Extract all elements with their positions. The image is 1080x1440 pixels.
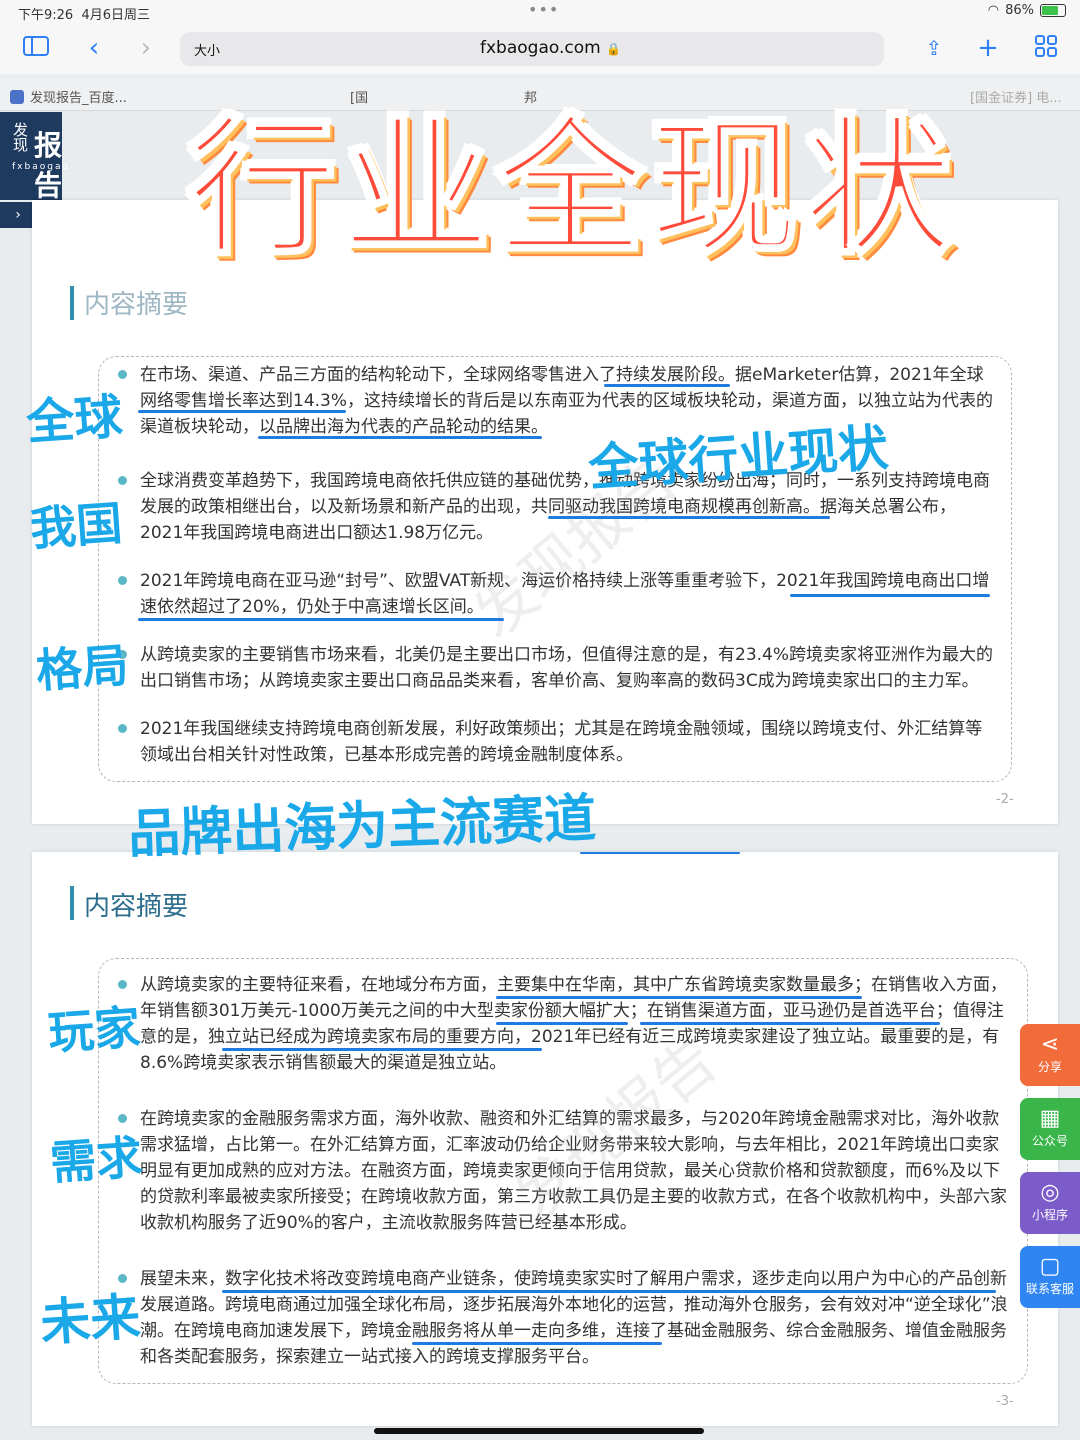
tabs-overview-icon[interactable] <box>1032 34 1060 62</box>
handwriting-players: 玩家 <box>46 999 142 1061</box>
logo-subtext: fxbaogao <box>12 162 70 172</box>
browser-toolbar: ‹ › 大小 fxbaogao.com 🔒 ⇪ + <box>0 24 1080 74</box>
headline-banner: 行业全现状 <box>185 101 957 278</box>
status-time: 下午9:26 4月6日周三 <box>18 8 151 23</box>
document-page-3: 内容摘要 从跨境卖家的主要特征来看，在地域分布方面，主要集中在华南，其中广东省跨… <box>32 852 1058 1426</box>
battery-percent: 86% <box>1005 3 1034 18</box>
handwriting-demand: 需求 <box>48 1129 144 1191</box>
summary-bullet: 2021年我国继续支持跨境电商创新发展，利好政策频出；尤其是在跨境金融领域，围绕… <box>118 716 998 768</box>
forward-icon[interactable]: › <box>132 34 160 62</box>
baidu-icon <box>10 90 24 104</box>
underline-mark <box>496 1022 628 1025</box>
logo-text: 发现 <box>11 122 29 152</box>
share-icon: ⋖ <box>1040 1032 1060 1057</box>
chat-icon: ▢ <box>1039 1254 1061 1279</box>
status-bar: 下午9:26 4月6日周三 ••• ◠ 86% <box>0 0 1080 24</box>
url-domain: fxbaogao.com 🔒 <box>480 38 622 58</box>
address-bar[interactable]: 大小 fxbaogao.com 🔒 <box>180 32 884 66</box>
underline-mark <box>604 384 730 387</box>
summary-bullet: 从跨境卖家的主要销售市场来看，北美仍是主要出口市场，但值得注意的是，有23.4%… <box>118 642 998 694</box>
underline-mark <box>412 1342 662 1345</box>
handwriting-future: 未来 <box>38 1287 143 1353</box>
status-right: ◠ 86% <box>988 3 1066 18</box>
underline-mark <box>790 594 990 597</box>
battery-icon <box>1040 4 1066 17</box>
section-bar <box>70 286 74 320</box>
underline-mark <box>222 1290 996 1293</box>
new-tab-icon[interactable]: + <box>974 34 1002 62</box>
underline-mark <box>580 852 740 854</box>
underline-mark <box>640 1022 940 1025</box>
underline-mark <box>138 410 346 413</box>
page-number: -2- <box>996 792 1014 807</box>
mini-program-icon: ◎ <box>1040 1180 1060 1205</box>
back-icon[interactable]: ‹ <box>80 34 108 62</box>
underline-mark <box>548 516 830 519</box>
share-button[interactable]: ⋖ 分享 <box>1020 1024 1080 1086</box>
reader-size-button[interactable]: 大小 <box>194 40 220 59</box>
home-indicator[interactable] <box>374 1428 704 1434</box>
customer-service-button[interactable]: ▢ 联系客服 <box>1020 1246 1080 1308</box>
underline-mark <box>138 618 504 621</box>
summary-bullet: 展望未来，数字化技术将改变跨境电商产业链条，使跨境卖家实时了解用户需求，逐步走向… <box>118 1266 1012 1370</box>
handwriting-china: 我国 <box>28 495 124 557</box>
document-page-2: 内容摘要 在市场、渠道、产品三方面的结构轮动下，全球网络零售进入了持续发展阶段。… <box>32 200 1058 824</box>
multitask-dots[interactable]: ••• <box>528 0 559 19</box>
official-account-button[interactable]: ▦ 公众号 <box>1020 1098 1080 1160</box>
share-icon[interactable]: ⇪ <box>920 34 948 62</box>
section-bar <box>70 886 74 920</box>
section-title: 内容摘要 <box>84 892 189 922</box>
qrcode-icon: ▦ <box>1039 1106 1061 1131</box>
expand-icon[interactable]: › <box>0 202 36 228</box>
mini-program-button[interactable]: ◎ 小程序 <box>1020 1172 1080 1234</box>
underline-mark <box>222 1048 542 1051</box>
handwriting-pattern: 格局 <box>34 637 130 699</box>
section-title: 内容摘要 <box>84 290 189 320</box>
underline-mark <box>258 436 542 439</box>
underline-mark <box>496 996 862 999</box>
wifi-icon: ◠ <box>987 3 1000 18</box>
handwriting-global: 全球 <box>24 388 125 452</box>
lock-icon: 🔒 <box>606 42 622 56</box>
site-logo[interactable]: 发现 报告 fxbaogao <box>0 112 68 202</box>
page-number: -3- <box>996 1394 1014 1409</box>
sidebar-icon[interactable] <box>22 34 50 62</box>
